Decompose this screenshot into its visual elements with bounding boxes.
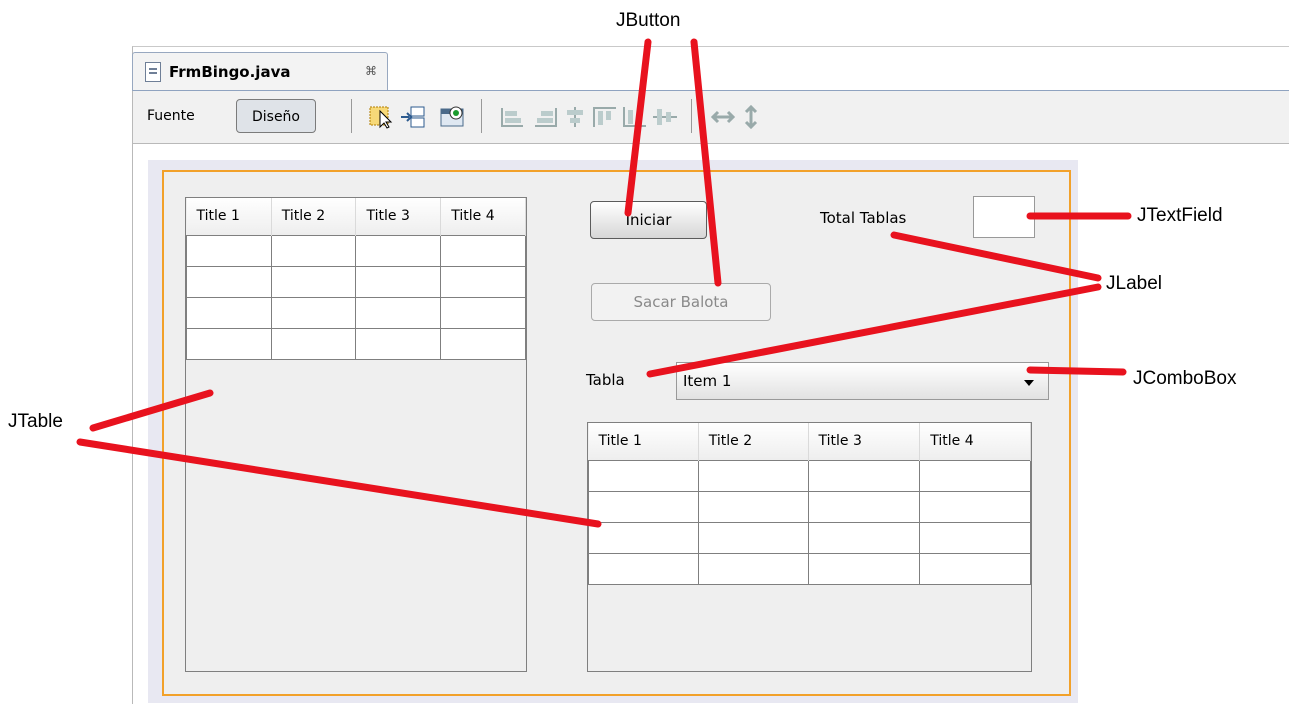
annotation-jtextfield: JTextField (1137, 205, 1223, 226)
annotation-jtable: JTable (8, 411, 63, 432)
annotation-jcombobox: JComboBox (1133, 368, 1237, 389)
annotation-line (690, 38, 722, 287)
annotation-line (89, 389, 214, 432)
annotation-line (890, 231, 1102, 282)
annotation-line (76, 438, 602, 528)
annotation-line (624, 38, 652, 217)
annotation-arrows (76, 38, 1132, 528)
annotation-line (646, 283, 1102, 378)
annotation-line (1026, 366, 1127, 376)
annotation-jbutton: JButton (616, 10, 681, 31)
annotation-jlabel: JLabel (1106, 273, 1162, 294)
